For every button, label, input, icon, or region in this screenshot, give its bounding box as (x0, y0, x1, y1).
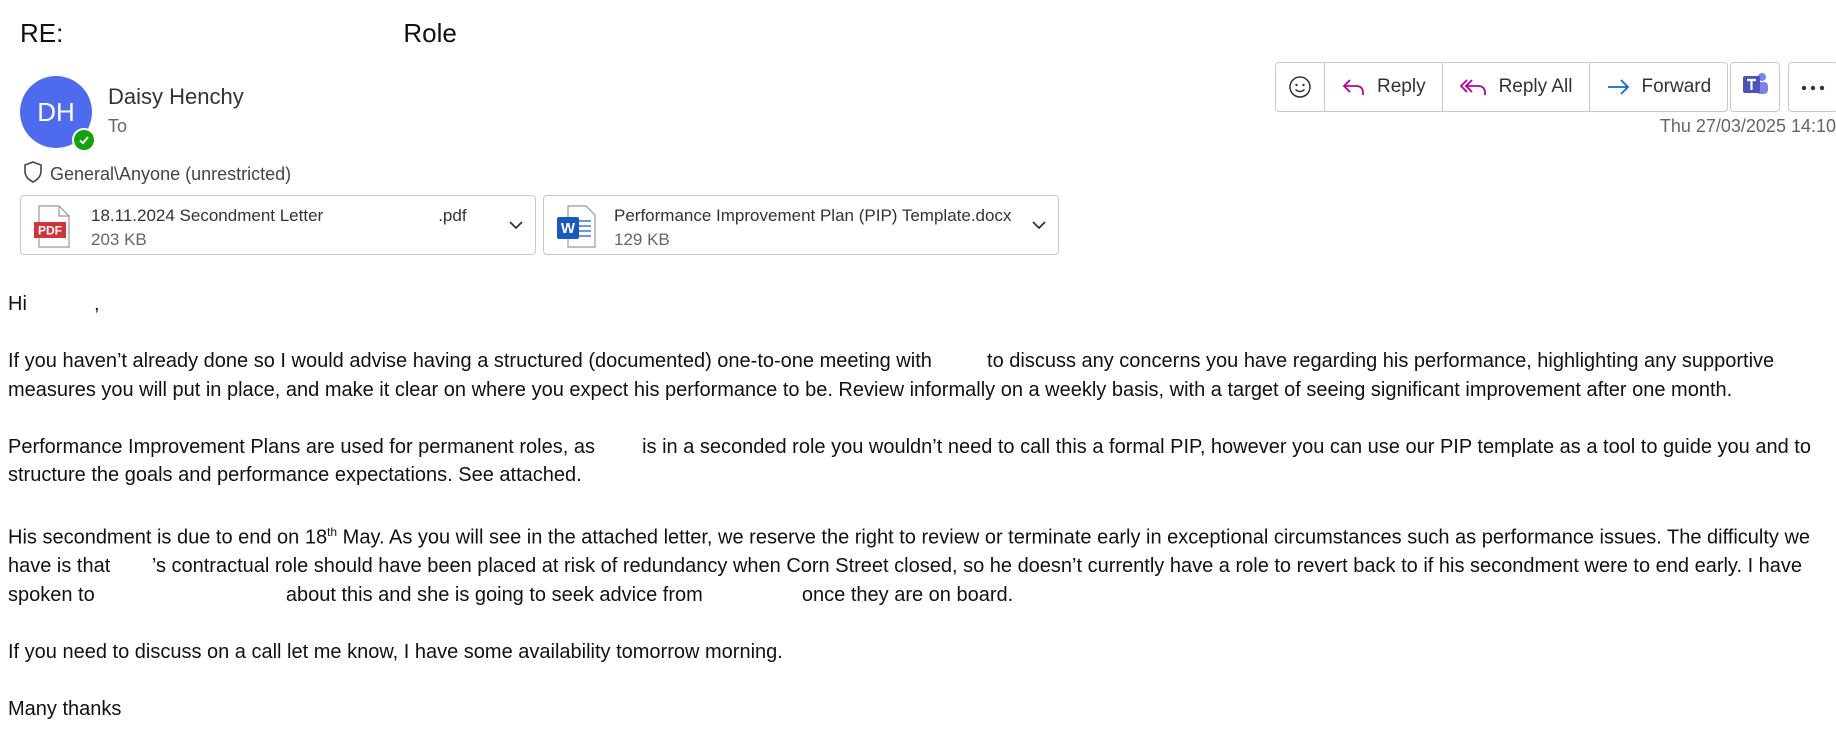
email-body: Hi , If you haven’t already done so I wo… (8, 290, 1832, 752)
paragraph-meeting-advice: If you haven’t already done so I would a… (8, 347, 1832, 404)
paragraph-text: about this and she is going to seek advi… (285, 583, 703, 606)
word-badge-text: W (561, 220, 576, 237)
pdf-file-icon: PDF (33, 205, 71, 254)
greeting: Hi , (8, 290, 1832, 319)
attachment-filename: 18.11.2024 Secondment Letter .pdf (91, 206, 467, 226)
more-horizontal-icon (1801, 78, 1825, 96)
more-actions-button[interactable] (1788, 62, 1836, 112)
reply-all-icon (1459, 75, 1489, 99)
reply-label: Reply (1377, 76, 1426, 97)
attachment-size: 203 KB (91, 230, 147, 249)
paragraph-text: His secondment is due to end on 18 (8, 526, 328, 549)
paragraph-text: Performance Improvement Plans are used f… (8, 435, 595, 458)
filename-start: 18.11.2024 Secondment Letter (91, 206, 324, 225)
teams-chat-button[interactable] (1730, 62, 1780, 112)
reply-all-button[interactable]: Reply All (1441, 63, 1589, 111)
attachment-size: 129 KB (614, 230, 670, 249)
attachment-docx[interactable]: W Performance Improvement Plan (PIP) Tem… (543, 195, 1059, 255)
attachment-pdf[interactable]: PDF 18.11.2024 Secondment Letter .pdf 203… (20, 195, 536, 255)
chevron-down-icon[interactable] (507, 216, 525, 239)
ordinal-suffix: th (327, 525, 338, 539)
email-timestamp: Thu 27/03/2025 14:10 (1659, 116, 1836, 136)
filename-extension: .pdf (438, 206, 467, 225)
forward-button[interactable]: Forward (1588, 63, 1728, 111)
paragraph-text: If you haven’t already done so I would a… (8, 350, 932, 372)
reply-button[interactable]: Reply (1324, 63, 1442, 111)
message-actions-toolbar: Reply Reply All Forward (1275, 62, 1729, 112)
presence-available-icon (72, 128, 96, 152)
greeting-comma: , (94, 293, 100, 315)
reply-all-label: Reply All (1498, 76, 1573, 97)
subject-prefix: RE: (20, 18, 64, 48)
forward-label: Forward (1641, 76, 1712, 97)
shield-icon (22, 160, 44, 189)
paragraph-call-offer: If you need to discuss on a call let me … (8, 640, 783, 663)
emoji-reaction-button[interactable] (1276, 63, 1324, 111)
sensitivity-label[interactable]: General\Anyone (unrestricted) (22, 160, 291, 189)
avatar-initials: DH (37, 96, 75, 127)
chevron-down-icon[interactable] (1030, 216, 1048, 239)
sender-name[interactable]: Daisy Henchy (108, 84, 244, 110)
reply-icon (1341, 75, 1367, 99)
pdf-badge-text: PDF (38, 224, 62, 238)
to-label: To (108, 116, 128, 136)
paragraph-text: once they are on board. (801, 583, 1014, 606)
sensitivity-text: General\Anyone (unrestricted) (50, 164, 292, 184)
paragraph-secondment: His secondment is due to end on 18th May… (8, 518, 1832, 609)
email-subject: RE: Role (20, 18, 457, 49)
subject-suffix: Role (403, 18, 457, 48)
attachment-filename: Performance Improvement Plan (PIP) Templ… (614, 206, 1012, 225)
smiley-icon (1288, 75, 1312, 99)
greeting-text: Hi (8, 293, 27, 315)
signoff: Many thanks (8, 697, 122, 720)
paragraph-pip-info: Performance Improvement Plans are used f… (8, 433, 1832, 490)
word-file-icon: W (556, 205, 596, 254)
teams-icon (1740, 71, 1770, 104)
forward-icon (1606, 75, 1632, 99)
